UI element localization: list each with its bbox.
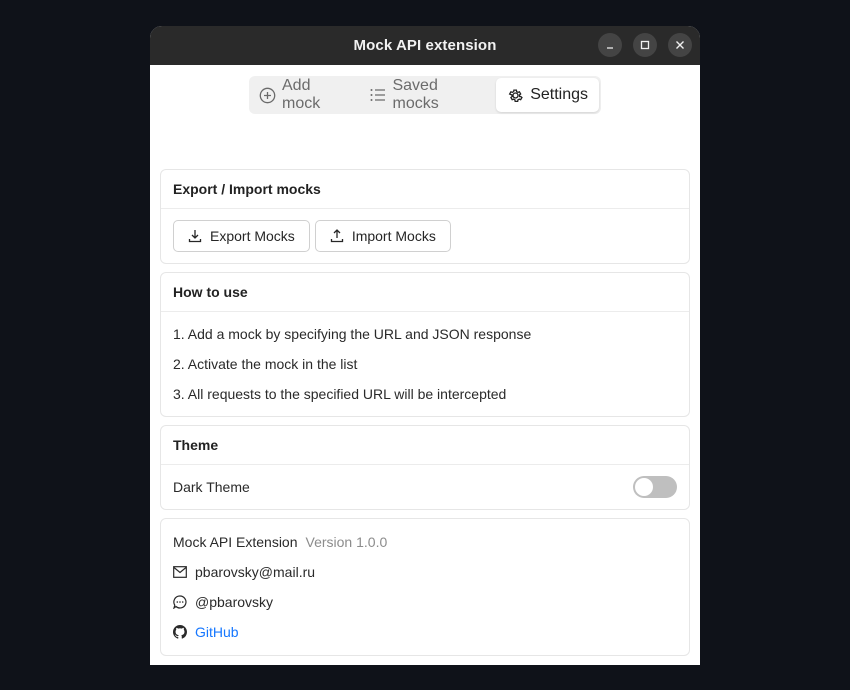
theme-title: Theme: [161, 426, 689, 465]
how-to-step: 1. Add a mock by specifying the URL and …: [173, 326, 532, 342]
export-mocks-label: Export Mocks: [210, 228, 295, 244]
handle-text[interactable]: @pbarovsky: [195, 594, 273, 610]
list-icon: [370, 88, 386, 102]
email-row: pbarovsky@mail.ru: [173, 557, 677, 587]
tab-add-mock[interactable]: Add mock: [259, 77, 370, 112]
dark-theme-toggle[interactable]: [633, 476, 677, 498]
app-window: Mock API extension Add mock Saved mocks …: [150, 26, 700, 665]
github-link[interactable]: GitHub: [195, 624, 239, 640]
import-mocks-button[interactable]: Import Mocks: [314, 220, 451, 252]
toggle-knob: [635, 478, 653, 496]
tab-settings[interactable]: Settings: [496, 78, 599, 112]
how-to-step: 2. Activate the mock in the list: [173, 356, 358, 372]
maximize-button[interactable]: [633, 33, 657, 57]
theme-card: Theme Dark Theme: [160, 425, 690, 510]
gear-icon: [507, 87, 524, 104]
tab-settings-label: Settings: [530, 86, 588, 103]
tab-saved-mocks-label: Saved mocks: [392, 77, 439, 112]
tab-saved-mocks[interactable]: Saved mocks: [370, 77, 496, 112]
tab-add-mock-label: Add mock: [282, 77, 321, 112]
mail-icon: [173, 566, 187, 578]
version-text: Version 1.0.0: [305, 534, 388, 550]
plus-circle-icon: [259, 87, 276, 104]
how-to-use-card: How to use 1. Add a mock by specifying t…: [160, 272, 690, 417]
upload-icon: [330, 229, 344, 243]
close-icon: [676, 41, 684, 49]
extension-name: Mock API Extension: [173, 534, 298, 550]
dark-theme-row: Dark Theme: [173, 465, 677, 509]
about-header: Mock API Extension Version 1.0.0: [173, 527, 677, 557]
title-bar[interactable]: Mock API extension: [150, 26, 700, 65]
about-card: Mock API Extension Version 1.0.0 pbarovs…: [160, 518, 690, 656]
github-icon: [173, 625, 187, 639]
export-import-title: Export / Import mocks: [161, 170, 689, 209]
how-to-step: 3. All requests to the specified URL wil…: [173, 386, 507, 402]
github-row: GitHub: [173, 617, 677, 647]
close-button[interactable]: [668, 33, 692, 57]
email-text[interactable]: pbarovsky@mail.ru: [195, 564, 315, 580]
window-controls: [598, 33, 692, 57]
chat-bubble-icon: [173, 595, 187, 609]
window-title: Mock API extension: [353, 37, 497, 54]
export-import-card: Export / Import mocks Export Mocks Impor…: [160, 169, 690, 264]
how-to-use-title: How to use: [161, 273, 689, 312]
download-icon: [188, 229, 202, 243]
minimize-button[interactable]: [598, 33, 622, 57]
maximize-icon: [640, 40, 650, 50]
dark-theme-label: Dark Theme: [173, 479, 250, 495]
handle-row: @pbarovsky: [173, 587, 677, 617]
import-mocks-label: Import Mocks: [351, 228, 436, 244]
minimize-icon: [607, 47, 613, 49]
tab-bar: Add mock Saved mocks Settings: [249, 76, 601, 114]
export-mocks-button[interactable]: Export Mocks: [173, 220, 310, 252]
